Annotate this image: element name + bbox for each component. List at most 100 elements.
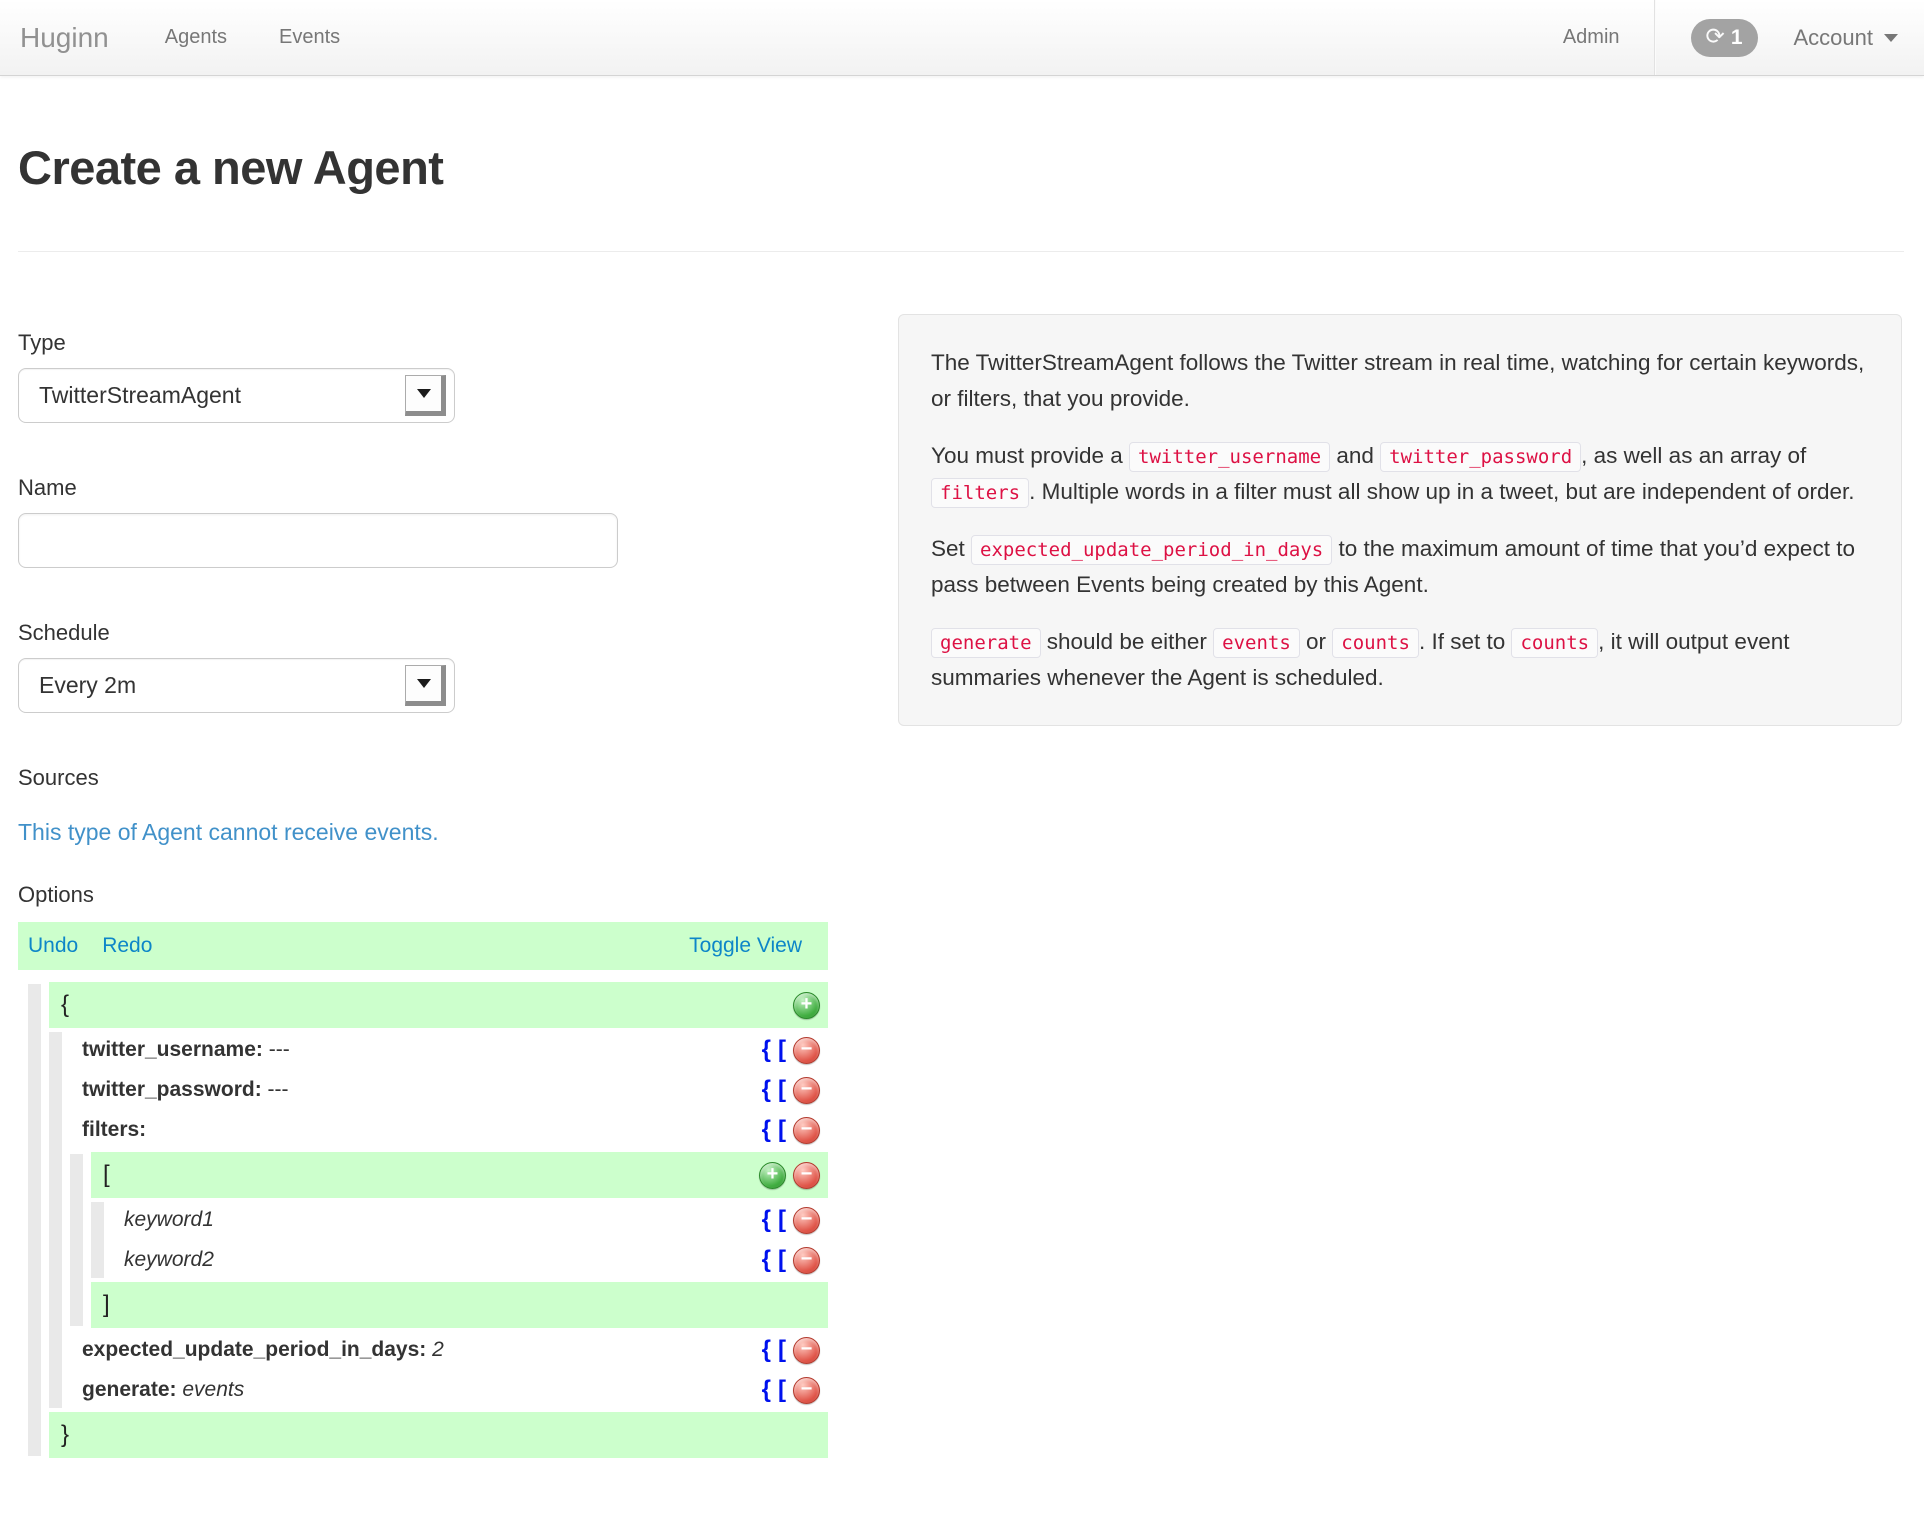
json-value[interactable]: keyword2 [124, 1248, 214, 1272]
json-brace: [ [103, 1161, 110, 1188]
add-icon[interactable] [759, 1161, 786, 1189]
json-editor-row[interactable]: twitter_username: --- { [ [70, 1030, 828, 1070]
json-key[interactable]: expected_update_period_in_days: [82, 1338, 426, 1362]
json-editor-row[interactable]: generate: events{[ [70, 1370, 828, 1410]
json-editor-row[interactable]: filters: { [ [70, 1110, 828, 1150]
options-label: Options [18, 882, 94, 907]
navbar-divider [1653, 0, 1655, 75]
json-editor-row[interactable]: keyword1{[ [112, 1200, 828, 1240]
schedule-select[interactable]: Every 2m [18, 658, 455, 713]
sources-note-link[interactable]: This type of Agent cannot receive events… [18, 819, 439, 846]
remove-icon[interactable] [793, 1161, 820, 1189]
json-editor-row[interactable]: { [49, 982, 828, 1028]
dropdown-arrow-icon[interactable] [405, 375, 446, 416]
type-select[interactable]: TwitterStreamAgent [18, 368, 455, 423]
json-value[interactable]: keyword1 [124, 1208, 214, 1232]
insert-object-icon[interactable]: { [762, 1078, 771, 1102]
title-divider [18, 251, 1904, 252]
json-brace: } [61, 1421, 70, 1448]
json-editor-block: keyword1{[keyword2{[ [91, 1200, 828, 1280]
code-token: expected_update_period_in_days [971, 535, 1333, 566]
json-value[interactable]: --- [269, 1038, 290, 1062]
code-token: filters [931, 477, 1030, 508]
account-menu[interactable]: Account [1793, 24, 1898, 51]
json-key[interactable]: filters: [82, 1118, 146, 1142]
job-queue-badge[interactable]: ⟳ 1 [1690, 18, 1758, 57]
code-token: counts [1511, 628, 1599, 659]
json-key[interactable]: twitter_password: [82, 1078, 262, 1102]
undo-button[interactable]: Undo [28, 934, 78, 958]
insert-object-icon[interactable]: { [762, 1378, 771, 1402]
json-value[interactable]: 2 [432, 1338, 444, 1362]
schedule-select-value: Every 2m [39, 672, 137, 698]
insert-array-icon[interactable]: [ [778, 1208, 786, 1232]
json-value[interactable]: --- [268, 1078, 289, 1102]
json-editor-body: {twitter_username: ---{[twitter_password… [18, 970, 828, 1462]
code-token: twitter_password [1380, 442, 1582, 473]
description-column: The TwitterStreamAgent follows the Twitt… [898, 314, 1902, 727]
remove-icon[interactable] [793, 1336, 820, 1364]
insert-object-icon[interactable]: { [762, 1208, 771, 1232]
row-actions: {[ [762, 1246, 820, 1274]
insert-array-icon[interactable]: [ [778, 1078, 786, 1102]
remove-icon[interactable] [793, 1206, 820, 1234]
add-icon[interactable] [793, 991, 820, 1019]
name-label: Name [18, 475, 77, 500]
redo-button[interactable]: Redo [102, 934, 152, 958]
main-content: Create a new Agent Type TwitterStreamAge… [0, 76, 1924, 1502]
insert-object-icon[interactable]: { [762, 1118, 771, 1142]
insert-array-icon[interactable]: [ [778, 1378, 786, 1402]
json-editor-row[interactable]: [ [91, 1152, 828, 1198]
json-value[interactable]: events [182, 1378, 244, 1402]
row-actions: {[ [762, 1376, 820, 1404]
job-queue-count: 1 [1730, 25, 1743, 49]
json-editor-row[interactable]: twitter_password: ---{[ [70, 1070, 828, 1110]
code-token: counts [1332, 628, 1419, 659]
remove-icon[interactable] [793, 1116, 820, 1144]
row-actions: {[ [762, 1336, 820, 1364]
remove-icon[interactable] [793, 1246, 820, 1274]
insert-object-icon[interactable]: { [762, 1338, 771, 1362]
insert-array-icon[interactable]: [ [778, 1038, 786, 1062]
code-token: twitter_username [1129, 442, 1331, 473]
nav-item-agents[interactable]: Agents [139, 26, 253, 49]
schedule-label: Schedule [18, 620, 110, 645]
insert-array-icon[interactable]: [ [778, 1118, 786, 1142]
json-editor-block: twitter_username: ---{[twitter_password:… [49, 1030, 828, 1410]
sources-label: Sources [18, 765, 99, 790]
type-label: Type [18, 330, 66, 355]
insert-object-icon[interactable]: { [762, 1038, 771, 1062]
toggle-view-button[interactable]: Toggle View [689, 934, 802, 958]
insert-array-icon[interactable]: [ [778, 1248, 786, 1272]
json-editor-row[interactable]: keyword2{[ [112, 1240, 828, 1280]
insert-array-icon[interactable]: [ [778, 1338, 786, 1362]
account-menu-label: Account [1793, 24, 1874, 50]
refresh-icon: ⟳ [1705, 24, 1725, 50]
json-brace: ] [103, 1291, 110, 1318]
json-editor-row[interactable]: } [49, 1412, 828, 1458]
nav-item-admin[interactable]: Admin [1529, 26, 1654, 49]
json-options-editor: Undo Redo Toggle View {twitter_username:… [18, 922, 828, 1462]
agent-form: Type TwitterStreamAgent Name Schedule Ev… [18, 314, 848, 1462]
row-actions: {[ [762, 1076, 820, 1104]
remove-icon[interactable] [793, 1076, 820, 1104]
json-key[interactable]: twitter_username: [82, 1038, 263, 1062]
remove-icon[interactable] [793, 1036, 820, 1064]
name-input[interactable] [18, 513, 618, 568]
description-paragraph: The TwitterStreamAgent follows the Twitt… [931, 350, 1865, 411]
dropdown-arrow-icon[interactable] [405, 665, 446, 706]
remove-icon[interactable] [793, 1376, 820, 1404]
nav-item-events[interactable]: Events [253, 26, 366, 49]
code-token: events [1213, 628, 1300, 659]
brand-huginn[interactable]: Huginn [0, 22, 139, 54]
insert-object-icon[interactable]: { [762, 1248, 771, 1272]
json-editor-block: [keyword1{[keyword2{[] [70, 1152, 828, 1328]
row-actions: {[ [762, 1206, 820, 1234]
json-editor-row[interactable]: expected_update_period_in_days: 2{[ [70, 1330, 828, 1370]
json-editor-row[interactable]: ] [91, 1282, 828, 1328]
agent-description-panel: The TwitterStreamAgent follows the Twitt… [898, 314, 1902, 727]
description-paragraph: You must provide a twitter_username and … [931, 438, 1869, 509]
row-actions [793, 991, 820, 1019]
json-key[interactable]: generate: [82, 1378, 177, 1402]
json-editor-block: {twitter_username: ---{[twitter_password… [28, 982, 828, 1458]
